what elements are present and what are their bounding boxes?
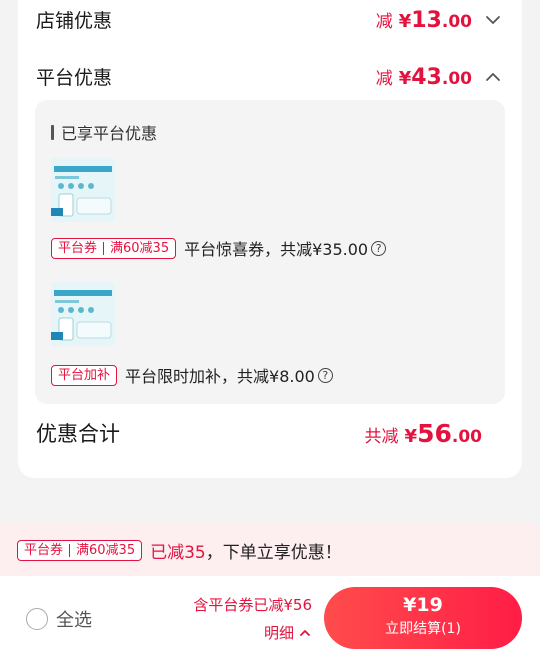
question-icon[interactable]: ? xyxy=(371,240,387,256)
store-discount-row[interactable]: 店铺优惠 减 ¥ 13 .00 xyxy=(36,6,504,33)
store-discount-label: 店铺优惠 xyxy=(36,10,113,32)
total-discount-amount: 共减 ¥ 56 .00 xyxy=(364,418,482,448)
platform-discount-row[interactable]: 平台优惠 减 ¥ 43 .00 xyxy=(36,63,504,90)
product-thumbnail xyxy=(51,158,115,222)
platform-discount-panel: 已享平台优惠 平台券 满60减35 平台惊喜券，共减¥35.00 ? 平台加补 … xyxy=(35,100,505,404)
price-summary: 含平台券已减¥56 明细 xyxy=(193,594,312,643)
chevron-up-icon[interactable] xyxy=(482,66,504,88)
total-discount-row: 优惠合计 共减 ¥ 56 .00 xyxy=(36,418,504,448)
product-thumbnail xyxy=(51,282,115,346)
coupon-tag: 平台券 满60减35 xyxy=(51,237,177,259)
detail-toggle[interactable]: 明细 xyxy=(193,622,312,643)
checkout-button[interactable]: ¥19 立即结算(1) xyxy=(324,587,522,649)
chevron-up-icon xyxy=(300,629,310,636)
summary-line: 含平台券已减¥56 xyxy=(193,596,312,614)
select-all-radio[interactable] xyxy=(26,608,48,630)
total-discount-label: 优惠合计 xyxy=(36,422,120,446)
panel-title: 已享平台优惠 xyxy=(51,120,157,144)
store-discount-amount: 减 ¥ 13 .00 xyxy=(376,7,504,33)
coupon-item-2: 平台加补 平台限时加补，共减¥8.00 ? xyxy=(51,363,333,387)
coupon-tag: 平台加补 xyxy=(51,364,118,386)
chevron-down-icon[interactable] xyxy=(482,9,504,31)
promo-banner: 平台券 满60减35 已减35，下单立享优惠！ xyxy=(0,524,540,576)
promo-text: 已减35，下单立享优惠！ xyxy=(150,542,342,563)
select-all[interactable]: 全选 xyxy=(26,606,92,632)
discount-card: 店铺优惠 减 ¥ 13 .00 平台优惠 减 ¥ 43 .00 已享平台优惠 平… xyxy=(18,0,522,478)
promo-coupon-tag: 平台券 满60减35 xyxy=(17,539,143,561)
title-bar xyxy=(51,124,54,140)
question-icon[interactable]: ? xyxy=(317,367,333,383)
platform-discount-amount: 减 ¥ 43 .00 xyxy=(376,64,504,90)
checkout-bar: 全选 含平台券已减¥56 明细 ¥19 立即结算(1) xyxy=(0,576,540,668)
checkout-price: ¥19 xyxy=(403,594,443,616)
coupon-item-1: 平台券 满60减35 平台惊喜券，共减¥35.00 ? xyxy=(51,236,387,260)
checkout-label: 立即结算(1) xyxy=(385,621,461,637)
platform-discount-label: 平台优惠 xyxy=(36,67,113,89)
